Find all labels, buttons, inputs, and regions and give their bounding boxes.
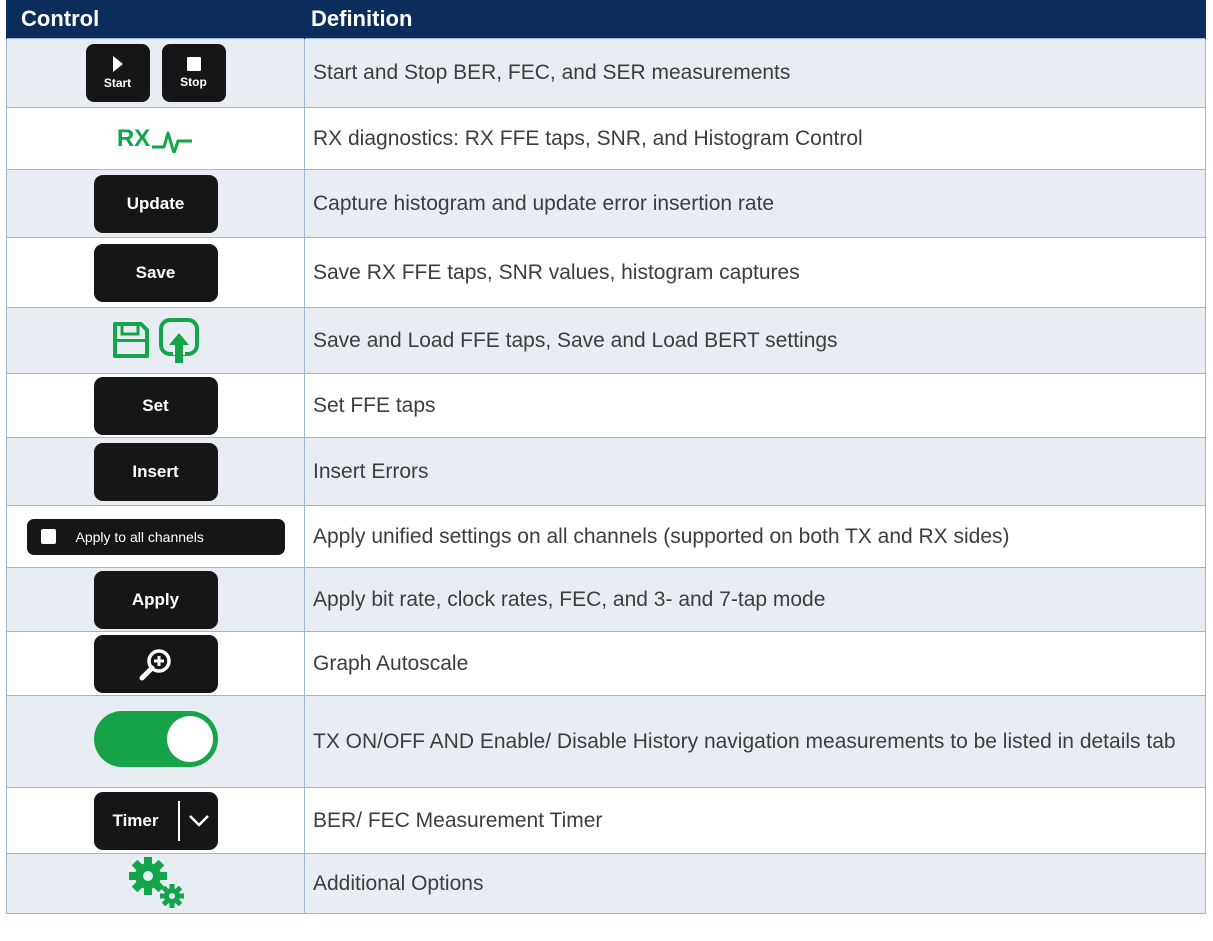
control-cell: Insert [6,437,305,506]
definition-cell: Save and Load FFE taps, Save and Load BE… [304,307,1206,374]
table-row: Save Save RX FFE taps, SNR values, histo… [6,237,1206,308]
control-cell: Save [6,237,305,308]
start-button[interactable]: Start [85,44,150,102]
control-cell [6,695,305,788]
control-cell [6,853,305,914]
definition-cell: TX ON/OFF AND Enable/ Disable History na… [304,695,1206,788]
control-cell: Set [6,373,305,438]
control-cell [6,631,305,696]
stop-icon [186,57,201,71]
definition-cell: Set FFE taps [304,373,1206,438]
table-row: Graph Autoscale [6,631,1206,696]
play-icon [112,56,123,72]
definition-cell: Save RX FFE taps, SNR values, histogram … [304,237,1206,308]
control-cell: Timer [6,787,305,854]
table-row: Start Stop Start and Stop BER, FEC, and … [6,38,1206,108]
table-row: Additional Options [6,853,1206,914]
definition-cell: Capture histogram and update error inser… [304,169,1206,238]
definition-cell: Apply unified settings on all channels (… [304,505,1206,568]
start-label: Start [103,76,132,90]
control-cell: RX [6,107,305,170]
save-button[interactable]: Save [93,243,218,302]
table-row: Set Set FFE taps [6,373,1206,438]
zoom-in-icon [139,648,171,680]
table-row: RX RX diagnostics: RX FFE taps, SNR, and… [6,107,1206,170]
insert-button[interactable]: Insert [93,442,218,501]
table-row: Apply Apply bit rate, clock rates, FEC, … [6,567,1206,632]
table-row: Timer BER/ FEC Measurement Timer [6,787,1206,854]
definition-cell: Apply bit rate, clock rates, FEC, and 3-… [304,567,1206,632]
header-control: Control [6,0,305,39]
pulse-icon [152,131,193,153]
chevron-down-icon[interactable] [180,814,218,828]
timer-dropdown[interactable]: Timer [93,791,218,850]
header-definition: Definition [304,0,1206,39]
table-header-row: Control Definition [6,0,1206,39]
definition-cell: Start and Stop BER, FEC, and SER measure… [304,38,1206,108]
table-row: TX ON/OFF AND Enable/ Disable History na… [6,695,1206,788]
control-cell [6,307,305,374]
set-button[interactable]: Set [93,376,218,435]
control-cell: Apply to all channels [6,505,305,568]
tx-toggle-switch[interactable] [93,711,218,767]
controls-table: Control Definition Start Stop Start and … [6,0,1206,914]
autoscale-button[interactable] [93,634,218,693]
control-cell: Start Stop [6,38,305,108]
stop-label: Stop [180,75,207,89]
table-row: Apply to all channels Apply unified sett… [6,505,1206,568]
control-cell: Apply [6,567,305,632]
definition-cell: Insert Errors [304,437,1206,506]
save-icon[interactable] [112,321,150,359]
definition-cell: RX diagnostics: RX FFE taps, SNR, and Hi… [304,107,1206,170]
table-row: Save and Load FFE taps, Save and Load BE… [6,307,1206,374]
definition-cell: Additional Options [304,853,1206,914]
toggle-knob [166,716,213,762]
rx-diagnostics-button[interactable]: RX [117,125,194,153]
load-icon[interactable] [158,317,200,363]
stop-button[interactable]: Stop [161,44,226,102]
update-button[interactable]: Update [93,174,218,233]
table-row: Update Capture histogram and update erro… [6,169,1206,238]
definition-cell: Graph Autoscale [304,631,1206,696]
table-row: Insert Insert Errors [6,437,1206,506]
rx-label: RX [116,124,151,152]
gears-icon[interactable] [124,854,188,908]
apply-button[interactable]: Apply [93,570,218,629]
apply-to-all-channels-button[interactable]: Apply to all channels [26,518,285,555]
apply-all-checkbox[interactable] [40,529,56,544]
definition-cell: BER/ FEC Measurement Timer [304,787,1206,854]
timer-label: Timer [112,810,159,830]
apply-all-label: Apply to all channels [75,528,204,545]
control-cell: Update [6,169,305,238]
